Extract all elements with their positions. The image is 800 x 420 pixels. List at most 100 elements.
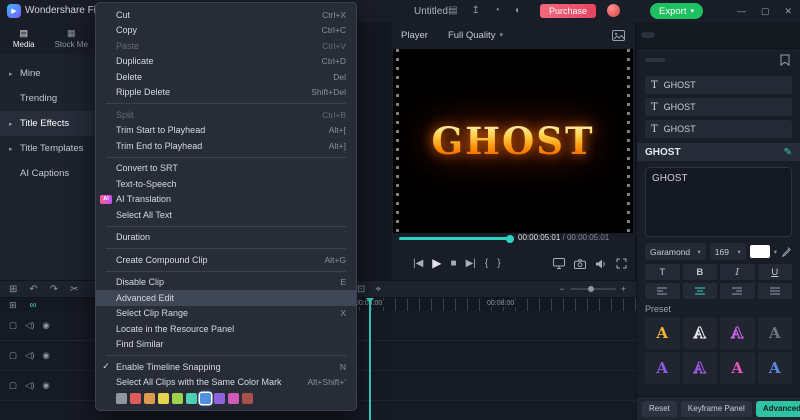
eyedropper-icon[interactable]: [781, 246, 792, 257]
seek-bar[interactable]: [399, 237, 511, 240]
menu-item[interactable]: Duplicate Ctrl+D: [96, 54, 356, 70]
fullscreen-icon[interactable]: [616, 258, 627, 269]
avatar[interactable]: [607, 4, 620, 17]
visibility-icon[interactable]: ◉: [42, 320, 49, 331]
text-preset-tile[interactable]: A: [645, 317, 680, 349]
support-icon[interactable]: ◖: [514, 5, 520, 16]
menu-item[interactable]: Ripple Delete Shift+Del: [96, 85, 356, 101]
link-icon[interactable]: ∞: [30, 300, 37, 311]
color-mark-swatch[interactable]: [186, 393, 197, 404]
menu-item[interactable]: Split Ctrl+B: [96, 107, 356, 123]
sidebar-item[interactable]: Trending: [0, 86, 95, 111]
monitor-icon[interactable]: [553, 258, 565, 269]
align-justify-icon[interactable]: [758, 283, 793, 299]
panel-tab[interactable]: [657, 32, 671, 38]
export-button[interactable]: Export ▾: [650, 3, 703, 19]
menu-item[interactable]: Select Clip Range X: [96, 306, 356, 322]
snapshot-camera-icon[interactable]: [574, 259, 586, 269]
mute-icon[interactable]: ◁): [25, 320, 34, 331]
menu-item[interactable]: Cut Ctrl+X: [96, 7, 356, 23]
stop-icon[interactable]: ■: [451, 258, 457, 269]
track-frame-icon[interactable]: ▢: [9, 320, 17, 331]
menu-item[interactable]: AI AI Translation: [96, 192, 356, 208]
menu-item[interactable]: ✓ Enable Timeline Snapping N: [96, 359, 356, 375]
align-center-icon[interactable]: [683, 283, 718, 299]
title-clip-row[interactable]: T GHOST: [645, 98, 792, 116]
text-case-button[interactable]: T: [645, 264, 680, 280]
media-board-icon[interactable]: ⊞: [9, 284, 17, 295]
keyframe-panel-button[interactable]: Keyframe Panel: [681, 401, 752, 417]
text-preset-tile[interactable]: A: [683, 317, 718, 349]
edit-pen-icon[interactable]: ✎: [784, 147, 792, 158]
align-right-icon[interactable]: [720, 283, 755, 299]
color-mark-swatch[interactable]: [172, 393, 183, 404]
bookmark-icon[interactable]: [780, 54, 790, 66]
visibility-icon[interactable]: ◉: [42, 350, 49, 361]
reset-button[interactable]: Reset: [642, 401, 677, 417]
maximize-button[interactable]: ▢: [761, 6, 770, 17]
menu-item[interactable]: Select All Clips with the Same Color Mar…: [96, 375, 356, 391]
menu-item[interactable]: Convert to SRT: [96, 161, 356, 177]
layout-icon[interactable]: ▤: [448, 5, 457, 16]
share-icon[interactable]: ↥: [471, 5, 479, 16]
mute-icon[interactable]: ◁): [25, 350, 34, 361]
visibility-icon[interactable]: ◉: [42, 380, 49, 391]
menu-item[interactable]: Paste Ctrl+V: [96, 38, 356, 54]
menu-item[interactable]: Copy Ctrl+C: [96, 23, 356, 39]
menu-item[interactable]: Locate in the Resource Panel: [96, 321, 356, 337]
split-tool-icon[interactable]: ✂: [70, 284, 78, 295]
panel-tab[interactable]: [641, 32, 655, 38]
sidebar-item[interactable]: ▸ Title Templates: [0, 136, 95, 161]
menu-item[interactable]: Trim Start to Playhead Alt+[: [96, 123, 356, 139]
text-preset-tile[interactable]: A: [758, 352, 793, 384]
sidebar-item[interactable]: AI Captions: [0, 161, 95, 186]
sidebar-item[interactable]: ▸ Title Effects: [0, 111, 95, 136]
next-frame-icon[interactable]: ▶|: [466, 258, 476, 269]
quality-dropdown[interactable]: Full Quality ▾: [448, 30, 503, 41]
text-preset-tile[interactable]: A: [720, 352, 755, 384]
track-grid-icon[interactable]: ⊞: [9, 300, 17, 311]
mark-out-icon[interactable]: }: [497, 258, 500, 269]
color-mark-swatch[interactable]: [144, 393, 155, 404]
previous-frame-icon[interactable]: |◀: [413, 258, 423, 269]
panel-subtab[interactable]: [645, 58, 665, 62]
media-tab[interactable]: ▦ Stock Me: [48, 22, 96, 55]
text-preset-tile[interactable]: A: [683, 352, 718, 384]
text-preset-tile[interactable]: A: [645, 352, 680, 384]
font-size-select[interactable]: 169 ▾: [710, 243, 746, 260]
bold-button[interactable]: B: [683, 264, 718, 280]
purchase-button[interactable]: Purchase: [540, 4, 596, 18]
marker-icon[interactable]: ⌖: [375, 284, 381, 295]
menu-item[interactable]: Trim End to Playhead Alt+]: [96, 138, 356, 154]
menu-item[interactable]: Advanced Edit: [96, 290, 356, 306]
play-icon[interactable]: ▶: [432, 256, 441, 270]
track-frame-icon[interactable]: ▢: [9, 350, 17, 361]
close-button[interactable]: ✕: [784, 6, 792, 17]
menu-item[interactable]: Duration: [96, 230, 356, 246]
notifications-icon[interactable]: ◔: [494, 5, 500, 16]
mute-icon[interactable]: ◁): [25, 380, 34, 391]
image-icon[interactable]: [612, 30, 625, 41]
zoom-in-icon[interactable]: +: [621, 284, 626, 294]
font-family-select[interactable]: Garamond ▾: [645, 243, 706, 260]
menu-item[interactable]: Text-to-Speech: [96, 176, 356, 192]
color-mark-swatch[interactable]: [130, 393, 141, 404]
minimize-button[interactable]: —: [737, 6, 746, 16]
menu-item[interactable]: Find Similar: [96, 337, 356, 353]
color-mark-swatch[interactable]: [158, 393, 169, 404]
color-mark-swatch[interactable]: [116, 393, 127, 404]
media-tab[interactable]: ▤ Media: [0, 22, 48, 55]
menu-item[interactable]: Disable Clip E: [96, 275, 356, 291]
video-canvas[interactable]: GHOST: [393, 49, 633, 233]
zoom-out-icon[interactable]: −: [559, 284, 564, 294]
italic-button[interactable]: I: [720, 264, 755, 280]
volume-icon[interactable]: [595, 259, 607, 269]
panel-tab[interactable]: [673, 32, 687, 38]
crop-icon[interactable]: ⊡: [357, 284, 365, 295]
menu-item[interactable]: Delete Del: [96, 69, 356, 85]
title-clip-row[interactable]: T GHOST: [645, 76, 792, 94]
align-left-icon[interactable]: [645, 283, 680, 299]
color-mark-swatch[interactable]: [200, 393, 211, 404]
menu-item[interactable]: Create Compound Clip Alt+G: [96, 252, 356, 268]
title-clip-row[interactable]: T GHOST: [645, 120, 792, 138]
